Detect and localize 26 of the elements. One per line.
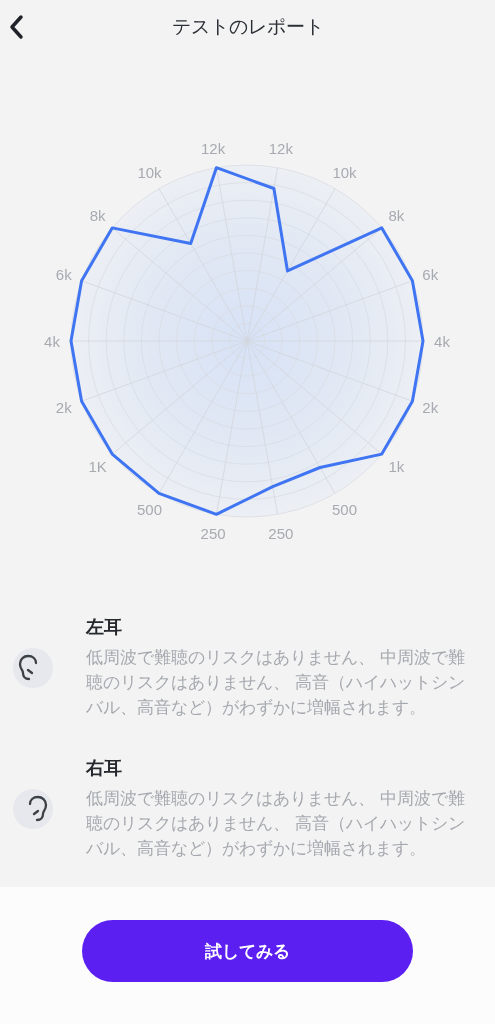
axis-label: 12k	[201, 140, 226, 158]
axis-label: 2k	[55, 399, 72, 417]
axis-label: 500	[137, 501, 162, 519]
axis-label: 10k	[137, 163, 162, 181]
axis-label: 6k	[422, 265, 439, 283]
axis-label: 1K	[88, 457, 107, 475]
try-button[interactable]: 試してみる	[82, 920, 413, 982]
ear-description: 低周波で難聴のリスクはありません、 中周波で難聴のリスクはありません、 高音（ハイハットシンバル、高音など）がわずかに増幅されます。	[86, 646, 467, 719]
axis-label: 10k	[332, 163, 357, 181]
axis-label: 250	[268, 524, 294, 542]
axis-label: 8k	[388, 207, 405, 225]
axis-label: 2k	[422, 399, 439, 417]
axis-label: 12k	[268, 140, 293, 158]
axis-label: 250	[200, 524, 226, 542]
axis-label: 6k	[55, 265, 72, 283]
ear-description: 低周波で難聴のリスクはありません、 中周波で難聴のリスクはありません、 高音（ハイハットシンバル、高音など）がわずかに増幅されます。	[86, 787, 467, 860]
page-title: テストのレポート	[171, 14, 324, 39]
ear-icon	[13, 647, 53, 688]
axis-label: 8k	[89, 207, 106, 225]
ear-icon	[13, 788, 53, 829]
axis-label: 1k	[388, 457, 405, 475]
axis-label: 4k	[44, 332, 60, 350]
ear-title: 左耳	[86, 615, 123, 639]
axis-label: 4k	[434, 332, 450, 350]
ear-title: 右耳	[86, 756, 123, 780]
axis-label: 500	[332, 501, 357, 519]
